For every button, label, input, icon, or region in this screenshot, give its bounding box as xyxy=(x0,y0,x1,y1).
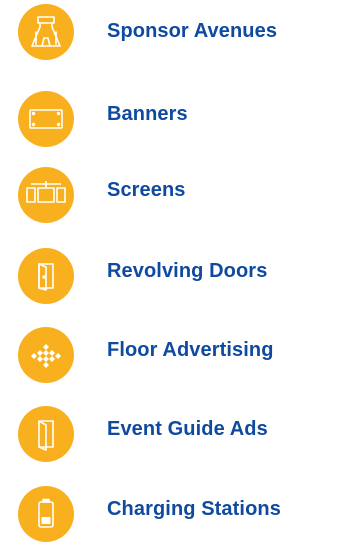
list-item-revolving-doors: Revolving Doors xyxy=(0,244,363,314)
advertising-options-list: Sponsor Avenues Banners Screens Revolvin… xyxy=(0,0,363,554)
door-icon xyxy=(18,248,74,304)
list-item-banners: Banners xyxy=(0,87,363,157)
screens-icon xyxy=(18,167,74,223)
list-item-event-guide-ads: Event Guide Ads xyxy=(0,402,363,472)
floor-advertising-label: Floor Advertising xyxy=(107,339,274,361)
list-item-floor-advertising: Floor Advertising xyxy=(0,323,363,393)
battery-icon xyxy=(18,486,74,542)
event-guide-ads-label: Event Guide Ads xyxy=(107,418,268,440)
banners-label: Banners xyxy=(107,103,188,125)
list-item-sponsor-avenues: Sponsor Avenues xyxy=(0,0,363,70)
sponsor-avenue-icon xyxy=(18,4,74,60)
screens-label: Screens xyxy=(107,179,186,201)
charging-stations-label: Charging Stations xyxy=(107,498,281,520)
folded-guide-icon xyxy=(18,406,74,462)
sponsor-avenues-label: Sponsor Avenues xyxy=(107,20,278,42)
banner-icon xyxy=(18,91,74,147)
list-item-screens: Screens xyxy=(0,163,363,233)
revolving-doors-label: Revolving Doors xyxy=(107,260,268,282)
floor-tiles-icon xyxy=(18,327,74,383)
list-item-charging-stations: Charging Stations xyxy=(0,482,363,552)
